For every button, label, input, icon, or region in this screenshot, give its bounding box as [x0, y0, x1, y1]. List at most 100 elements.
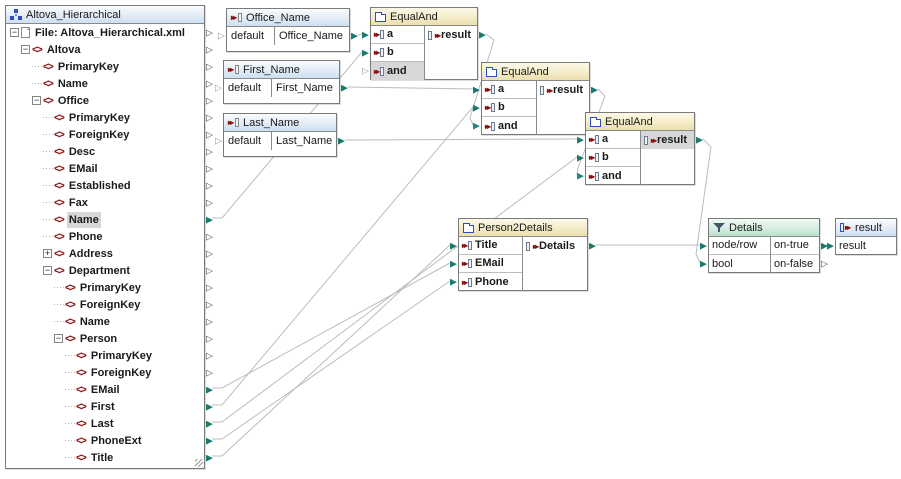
tree-row-department[interactable]: −<>Department▷: [6, 262, 204, 279]
input-connector-b[interactable]: ▶: [361, 48, 370, 57]
collapse-icon[interactable]: −: [10, 28, 19, 37]
output-connector[interactable]: ▷: [205, 45, 214, 54]
output-connector[interactable]: ▶: [205, 453, 214, 462]
default-input-connector[interactable]: ▷: [217, 32, 226, 41]
output-connector[interactable]: ▷: [205, 147, 214, 156]
output-connector[interactable]: ▷: [205, 351, 214, 360]
connection-last-name-to-equaland3-a[interactable]: [345, 139, 577, 140]
tree-row-established[interactable]: <>Established▷: [6, 177, 204, 194]
tree-row-last[interactable]: <>Last▶: [6, 415, 204, 432]
tree-row-first[interactable]: <>First▶: [6, 398, 204, 415]
input-connector-email[interactable]: ▶: [449, 259, 458, 268]
input-row-phone[interactable]: ▶ ▸▸Phone: [459, 273, 522, 291]
component-header[interactable]: ▸▸ First_Name: [224, 61, 339, 79]
tree-row-foreignkey[interactable]: <>ForeignKey▷: [6, 296, 204, 313]
output-row-details[interactable]: ▸▸Details ▶: [523, 237, 587, 255]
component-equaland-3[interactable]: EqualAnd ▶ ▸▸a ▶ ▸▸b ▶ ▸▸and ▸▸result ▶: [585, 112, 695, 185]
component-header[interactable]: EqualAnd: [586, 113, 694, 131]
default-cell[interactable]: default: [224, 79, 272, 97]
component-header[interactable]: ▸▸ Office_Name: [227, 9, 349, 27]
output-row-on-true[interactable]: on-true ▶: [771, 237, 819, 255]
output-connector[interactable]: ▶: [205, 436, 214, 445]
output-connector[interactable]: ▷: [205, 130, 214, 139]
output-connector[interactable]: ▶: [205, 402, 214, 411]
input-connector-title[interactable]: ▶: [449, 241, 458, 250]
resize-handle[interactable]: [195, 459, 203, 467]
tree-row-foreignkey[interactable]: <>ForeignKey▷: [6, 364, 204, 381]
output-connector[interactable]: ▷: [205, 266, 214, 275]
component-first-name[interactable]: ▸▸ First_Name ▷ default First_Name ▶: [223, 60, 340, 104]
output-connector[interactable]: ▷: [205, 334, 214, 343]
input-connector-a[interactable]: ▶: [361, 30, 370, 39]
collapse-icon[interactable]: −: [32, 96, 41, 105]
component-equaland-1[interactable]: EqualAnd ▶ ▸▸a ▶ ▸▸b ▷ ▸▸and ▸▸result ▶: [370, 7, 478, 80]
tree-row-fax[interactable]: <>Fax▷: [6, 194, 204, 211]
input-connector-bool[interactable]: ▶: [699, 260, 708, 269]
output-connector-result[interactable]: ▶: [695, 136, 704, 145]
component-equaland-2[interactable]: EqualAnd ▶ ▸▸a ▶ ▸▸b ▶ ▸▸and ▸▸result ▶: [481, 62, 590, 135]
input-connector-a[interactable]: ▶: [472, 85, 481, 94]
input-row-b[interactable]: ▶ ▸▸b: [482, 99, 536, 117]
output-connector[interactable]: ▷: [205, 113, 214, 122]
component-header[interactable]: Person2Details: [459, 219, 587, 237]
component-header[interactable]: ▸▸ Last_Name: [224, 114, 336, 132]
input-row-and[interactable]: ▷ ▸▸and: [371, 62, 424, 80]
output-connector[interactable]: ▶: [205, 385, 214, 394]
connection-tree-email-to-person2details-email[interactable]: [212, 263, 450, 388]
input-row-result[interactable]: ▶ result: [836, 237, 896, 255]
expand-icon[interactable]: +: [43, 249, 52, 258]
input-connector-b[interactable]: ▶: [576, 153, 585, 162]
component-last-name[interactable]: ▸▸ Last_Name ▷ default Last_Name ▶: [223, 113, 337, 157]
input-connector-node-row[interactable]: ▶: [699, 241, 708, 250]
component-person2details[interactable]: Person2Details ▶ ▸▸Title ▶ ▸▸EMail ▶ ▸▸P…: [458, 218, 588, 291]
component-header[interactable]: Altova_Hierarchical: [6, 6, 204, 24]
output-connector-result[interactable]: ▶: [590, 86, 599, 95]
tree-row-file-altova-hierarchical-xml[interactable]: −File: Altova_Hierarchical.xml▷: [6, 24, 204, 41]
component-details-filter[interactable]: Details ▶ node/row ▶ bool on-true ▶ on-f…: [708, 218, 820, 273]
tree-row-name[interactable]: <>Name▶: [6, 211, 204, 228]
output-row-result[interactable]: ▸▸result ▶: [425, 26, 477, 44]
tree-row-name[interactable]: <>Name▷: [6, 313, 204, 330]
output-connector-on-false[interactable]: ▷: [820, 260, 829, 269]
output-connector[interactable]: ▷: [205, 249, 214, 258]
input-connector-and[interactable]: ▶: [472, 122, 481, 131]
output-connector[interactable]: ▶: [340, 84, 349, 93]
component-header[interactable]: EqualAnd: [482, 63, 589, 81]
output-connector[interactable]: ▷: [205, 62, 214, 71]
tree-row-phoneext[interactable]: <>PhoneExt▶: [6, 432, 204, 449]
output-connector[interactable]: ▶: [337, 137, 346, 146]
value-cell[interactable]: First_Name: [272, 79, 333, 97]
tree-row-foreignkey[interactable]: <>ForeignKey▷: [6, 126, 204, 143]
output-connector-result[interactable]: ▶: [478, 31, 487, 40]
component-result[interactable]: ▸▸ result ▶ result: [835, 218, 897, 255]
tree-row-person[interactable]: −<>Person▷: [6, 330, 204, 347]
input-connector-b[interactable]: ▶: [472, 103, 481, 112]
connection-tree-phoneext-to-person2details-phone[interactable]: [212, 281, 450, 439]
output-row-on-false[interactable]: on-false ▷: [771, 255, 819, 273]
output-connector[interactable]: ▷: [205, 28, 214, 37]
input-row-email[interactable]: ▶ ▸▸EMail: [459, 255, 522, 273]
collapse-icon[interactable]: −: [43, 266, 52, 275]
input-row-a[interactable]: ▶ ▸▸a: [371, 26, 424, 44]
output-connector[interactable]: ▷: [205, 317, 214, 326]
component-altova-hierarchical[interactable]: Altova_Hierarchical −File: Altova_Hierar…: [5, 5, 205, 469]
output-connector[interactable]: ▷: [205, 300, 214, 309]
output-connector[interactable]: ▷: [205, 181, 214, 190]
output-row-result[interactable]: ▸▸result ▶: [537, 81, 589, 99]
tree-row-email[interactable]: <>EMail▷: [6, 160, 204, 177]
tree-row-desc[interactable]: <>Desc▷: [6, 143, 204, 160]
output-connector[interactable]: ▷: [205, 96, 214, 105]
output-row-result[interactable]: ▸▸result ▶: [641, 131, 694, 149]
output-connector[interactable]: ▶: [205, 215, 214, 224]
tree-row-phone[interactable]: <>Phone▷: [6, 228, 204, 245]
input-row-and[interactable]: ▶ ▸▸and: [586, 167, 640, 185]
default-cell[interactable]: default: [227, 27, 275, 45]
input-connector-phone[interactable]: ▶: [449, 278, 458, 287]
output-connector[interactable]: ▶: [205, 419, 214, 428]
tree-row-primarykey[interactable]: <>PrimaryKey▷: [6, 347, 204, 364]
tree-row-primarykey[interactable]: <>PrimaryKey▷: [6, 109, 204, 126]
tree-row-title[interactable]: <>Title▶: [6, 449, 204, 466]
collapse-icon[interactable]: −: [54, 334, 63, 343]
input-row-a[interactable]: ▶ ▸▸a: [586, 131, 640, 149]
output-connector[interactable]: ▷: [205, 232, 214, 241]
